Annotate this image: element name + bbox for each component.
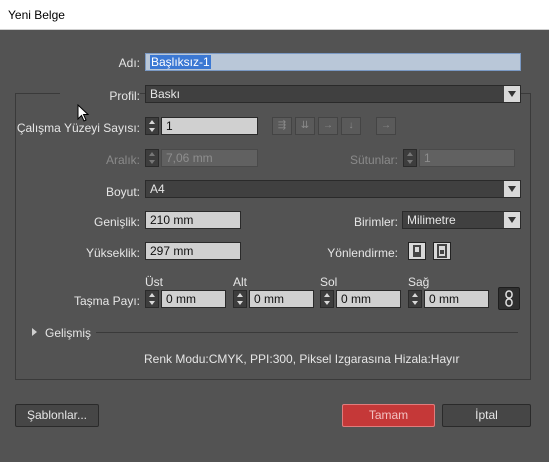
bleed-top-label: Üst (145, 275, 163, 289)
window-title: Yeni Belge (8, 8, 65, 22)
bleed-top-input[interactable]: 0 mm (161, 290, 226, 308)
advanced-toggle[interactable]: Gelişmiş (45, 326, 92, 340)
bleed-right-input[interactable]: 0 mm (424, 290, 489, 308)
arrange-by-row-icon[interactable]: → (318, 117, 338, 135)
chevron-down-icon (504, 212, 520, 228)
profile-label: Profil: (60, 89, 140, 103)
expand-triangle-icon[interactable] (32, 328, 37, 336)
portrait-icon[interactable] (408, 242, 426, 260)
cancel-button[interactable]: İptal (442, 404, 531, 427)
size-value: A4 (150, 182, 165, 196)
bleed-bottom-stepper[interactable] (233, 290, 247, 308)
bleed-left-input[interactable]: 0 mm (336, 290, 401, 308)
columns-label: Sütunlar: (349, 153, 398, 167)
document-name-value: Başlıksız-1 (150, 55, 211, 69)
chevron-down-icon (504, 181, 520, 197)
units-label: Birimler: (354, 215, 398, 229)
spacing-stepper[interactable] (145, 149, 159, 167)
bleed-left-label: Sol (320, 275, 338, 289)
chevron-down-icon (504, 86, 520, 102)
bleed-left-stepper[interactable] (320, 290, 334, 308)
bleed-right-label: Sağ (408, 275, 430, 289)
ok-button[interactable]: Tamam (342, 404, 435, 427)
bleed-label: Taşma Payı: (73, 294, 140, 308)
spacing-input[interactable]: 7,06 mm (161, 149, 258, 167)
divider (96, 332, 518, 333)
title-bar: Yeni Belge (0, 0, 549, 30)
size-select[interactable]: A4 (145, 180, 521, 198)
right-to-left-icon[interactable]: → (376, 117, 396, 135)
units-value: Milimetre (407, 213, 456, 227)
bleed-top-stepper[interactable] (145, 290, 159, 308)
bleed-right-stepper[interactable] (408, 290, 422, 308)
landscape-icon[interactable] (433, 242, 451, 260)
artboard-count-label: Çalışma Yüzeyi Sayısı: (16, 121, 140, 135)
height-input[interactable]: 297 mm (145, 242, 241, 260)
bleed-bottom-label: Alt (233, 275, 248, 289)
units-select[interactable]: Milimetre (402, 211, 521, 229)
spacing-label: Aralık: (105, 153, 140, 167)
columns-input[interactable]: 1 (419, 149, 515, 167)
height-label: Yükseklik: (85, 246, 140, 260)
grid-by-column-icon[interactable]: ⇊ (295, 117, 315, 135)
templates-button[interactable]: Şablonlar... (15, 404, 99, 427)
document-name-input[interactable]: Başlıksız-1 (145, 53, 521, 71)
artboard-count-input[interactable]: 1 (161, 117, 258, 135)
summary-text: Renk Modu:CMYK, PPI:300, Piksel Izgarası… (144, 352, 460, 366)
chain-link-icon[interactable] (498, 287, 520, 310)
mouse-cursor-icon (77, 104, 89, 122)
width-label: Genişlik: (93, 215, 140, 229)
bleed-bottom-input[interactable]: 0 mm (249, 290, 314, 308)
orientation-label: Yönlendirme: (327, 246, 398, 260)
width-input[interactable]: 210 mm (145, 211, 241, 229)
artboard-count-stepper[interactable] (145, 117, 159, 135)
grid-by-row-icon[interactable]: ⇶ (272, 117, 292, 135)
profile-value: Baskı (150, 87, 181, 101)
arrange-by-column-icon[interactable]: ↓ (341, 117, 361, 135)
size-label: Boyut: (105, 185, 140, 199)
profile-select[interactable]: Baskı (145, 85, 521, 103)
columns-stepper[interactable] (403, 149, 417, 167)
settings-group (15, 93, 531, 380)
name-label: Adı: (118, 56, 140, 70)
